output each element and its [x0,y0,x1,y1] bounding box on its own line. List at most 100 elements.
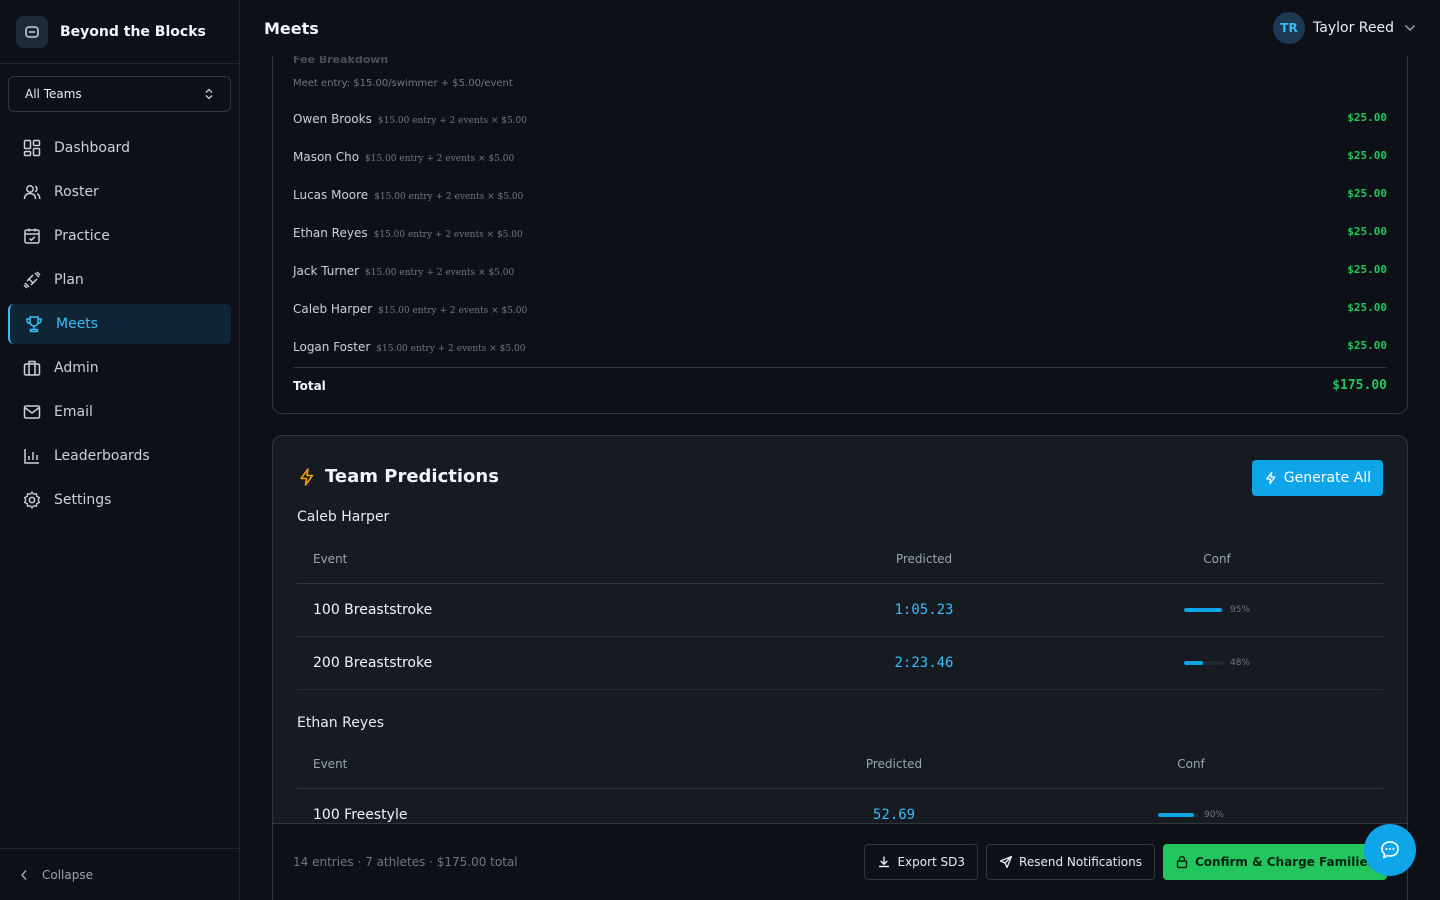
chevron-down-icon [1404,24,1416,32]
column-header-predicted: Predicted [895,551,953,566]
chat-button[interactable] [1364,824,1416,876]
fee-row: Lucas Moore $15.00 entry + 2 events × $5.… [293,183,1387,203]
sidebar-item-settings[interactable]: Settings [8,480,231,520]
confidence-bar-fill [1183,608,1222,612]
gear-icon [23,491,41,509]
lightning-icon [1265,471,1276,485]
confidence-percent: 90% [1203,810,1224,820]
fee-amount: $25.00 [1347,110,1387,124]
sidebar-item-label: Plan [54,272,84,288]
sidebar-item-label: Roster [54,184,99,200]
entries-summary: 14 entries · 7 athletes · $175.00 total [293,855,518,869]
sidebar-item-label: Settings [54,492,112,508]
swim-block-icon [16,15,48,48]
calendar-check-icon [24,228,40,244]
app-root: Beyond the Blocks All Teams Dashboard Ro… [0,0,1440,900]
lock-icon [1176,856,1188,869]
column-header-predicted: Predicted [865,756,923,771]
prediction-event: 200 Breaststroke [313,655,433,671]
briefcase-icon [23,360,41,376]
prediction-athlete-name: Caleb Harper [297,509,390,525]
fee-row: Logan Foster $15.00 entry + 2 events × $5… [293,335,1387,355]
confidence-bar-fill [1183,661,1204,665]
sidebar-item-meets[interactable]: Meets [8,304,231,344]
fee-detail: $15.00 entry + 2 events × $5.00 [365,267,515,278]
generate-all-button[interactable]: Generate All [1251,460,1383,496]
table-row: 100 Breaststroke 1:05.23 95% [297,584,1383,637]
column-header-conf: Conf [1177,756,1205,771]
collapse-label: Collapse [42,867,93,882]
collapse-button[interactable]: Collapse [0,848,239,900]
resend-notifications-label: Resend Notifications [1019,855,1142,869]
sidebar-item-label: Meets [56,316,99,332]
fee-total-amount: $175.00 [1332,378,1387,393]
sidebar-item-plan[interactable]: Plan [8,260,231,300]
sidebar-item-admin[interactable]: Admin [8,348,231,388]
confidence-bar-fill [1157,813,1194,817]
fee-detail: $15.00 entry + 2 events × $5.00 [377,115,527,126]
confirm-charge-label: Confirm & Charge Families [1195,855,1375,869]
fee-row: Owen Brooks $15.00 entry + 2 events × $5.… [293,107,1387,127]
dumbbell-icon [23,271,41,289]
bar-chart-icon [24,449,39,464]
user-menu[interactable]: TR Taylor Reed [1273,12,1416,44]
team-select-value: All Teams [25,87,82,101]
action-buttons: Export SD3 Resend Notifications Confirm … [856,844,1387,880]
brand-name: Beyond the Blocks [60,23,206,40]
fee-athlete-name: Jack Turner [293,263,360,278]
sidebar-item-roster[interactable]: Roster [8,172,231,212]
confidence-bar [1157,813,1198,817]
confidence-bar [1183,608,1224,612]
confirm-charge-button[interactable]: Confirm & Charge Families [1163,844,1387,880]
sidebar-item-label: Dashboard [54,140,130,156]
fee-detail: $15.00 entry + 2 events × $5.00 [373,229,523,240]
prediction-table: Event Predicted Conf 100 Breaststroke 1:… [297,534,1383,690]
fee-athlete-name: Mason Cho [293,149,360,164]
sidebar-item-dashboard[interactable]: Dashboard [8,128,231,168]
team-predictions-title: Team Predictions [325,466,499,487]
resend-notifications-button[interactable]: Resend Notifications [986,844,1155,880]
column-header-event: Event [313,756,348,771]
export-sd3-label: Export SD3 [897,855,966,869]
confidence-cell: 90% [1021,810,1361,820]
confidence-bar [1183,661,1224,665]
column-header-event: Event [313,551,348,566]
predicted-time: 52.69 [872,807,916,823]
fee-detail: $15.00 entry + 2 events × $5.00 [376,343,526,354]
confidence-percent: 95% [1229,605,1250,615]
predicted-time: 2:23.46 [894,655,954,671]
chevron-left-icon [20,869,27,880]
predicted-time: 1:05.23 [894,602,954,618]
fee-amount: $25.00 [1347,262,1387,276]
send-icon [999,855,1013,869]
fee-breakdown-card: Fee Breakdown Meet entry: $15.00/swimmer… [272,56,1408,414]
sidebar-item-email[interactable]: Email [8,392,231,432]
fee-amount: $25.00 [1347,148,1387,162]
team-select[interactable]: All Teams [8,76,231,112]
main-content: Fee Breakdown Meet entry: $15.00/swimmer… [240,56,1440,900]
fee-athlete-name: Caleb Harper [293,301,373,316]
trophy-icon [26,316,42,333]
fee-row: Ethan Reyes $15.00 entry + 2 events × $5.… [293,221,1387,241]
fee-amount: $25.00 [1347,300,1387,314]
fee-athlete-name: Ethan Reyes [293,225,368,240]
generate-all-label: Generate All [1283,470,1371,486]
sidebar-item-practice[interactable]: Practice [8,216,231,256]
fee-athlete-name: Lucas Moore [293,187,369,202]
fee-detail: $15.00 entry + 2 events × $5.00 [374,191,524,202]
lightning-icon [300,467,314,486]
top-header: Meets TR Taylor Reed [240,0,1440,56]
fee-row: Mason Cho $15.00 entry + 2 events × $5.00… [293,145,1387,165]
chevron-up-down-icon [205,88,213,100]
export-sd3-button[interactable]: Export SD3 [864,844,979,880]
fee-total-row: Total $175.00 [293,367,1387,393]
avatar: TR [1273,12,1306,44]
users-icon [23,185,41,200]
confidence-cell: 48% [1051,658,1383,668]
sidebar-item-leaderboards[interactable]: Leaderboards [8,436,231,476]
fee-breakdown-subtitle: Meet entry: $15.00/swimmer + $5.00/event [293,78,513,89]
table-row: 200 Breaststroke 2:23.46 48% [297,637,1383,690]
fee-detail: $15.00 entry + 2 events × $5.00 [378,305,528,316]
sidebar-item-label: Practice [54,228,110,244]
brand[interactable]: Beyond the Blocks [0,0,239,64]
